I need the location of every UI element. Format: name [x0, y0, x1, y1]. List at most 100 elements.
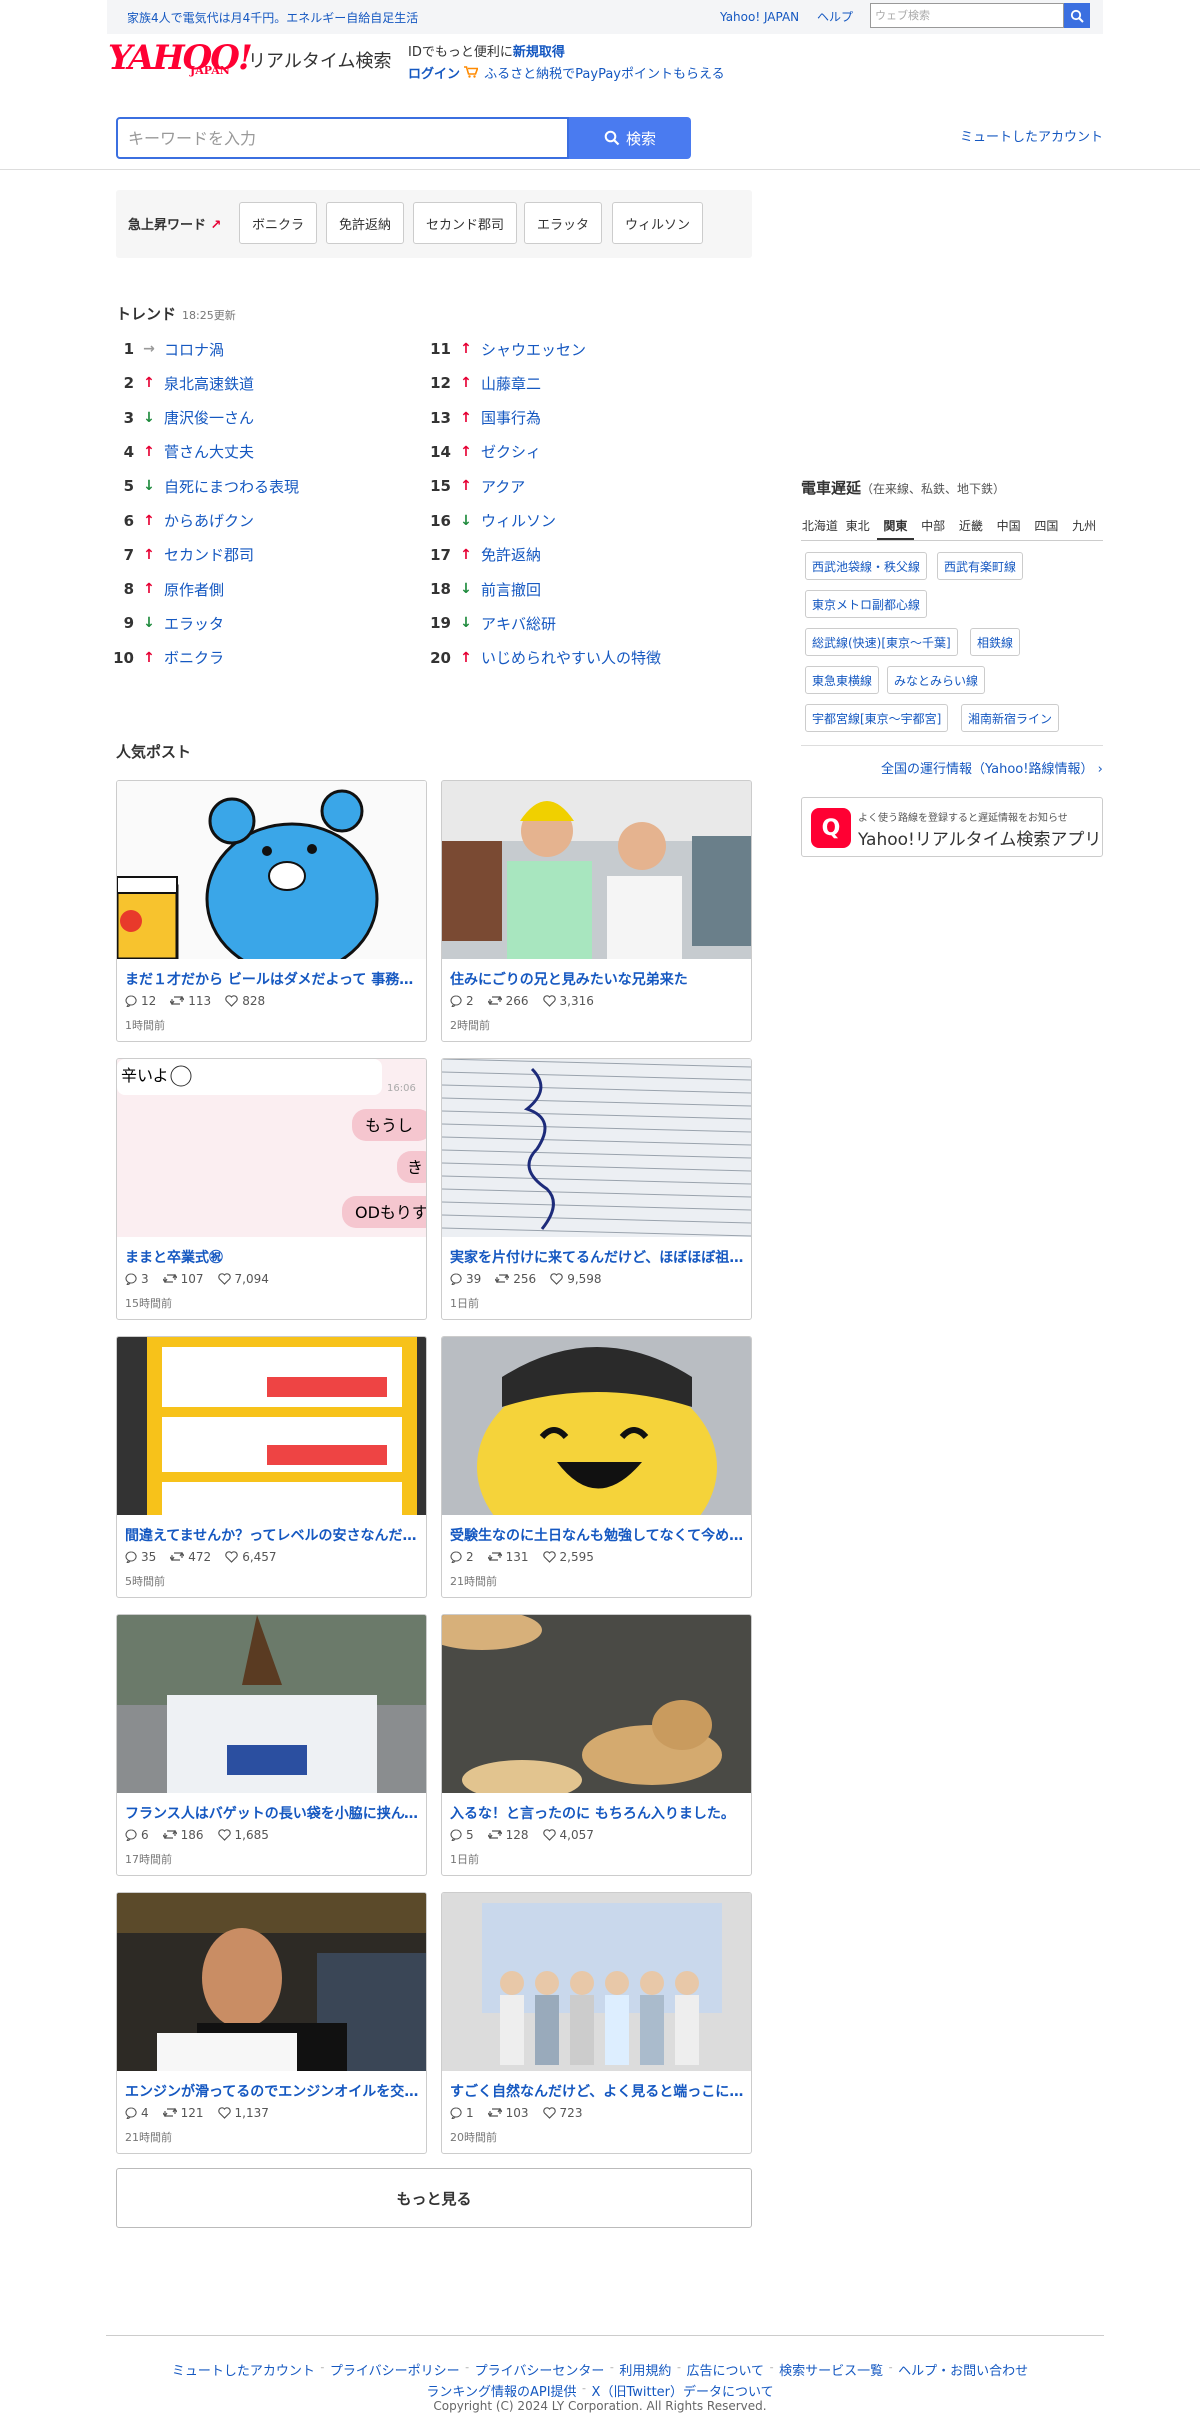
trend-word[interactable]: ウィルソン: [481, 510, 556, 531]
trend-item[interactable]: 1 → コロナ渦: [106, 338, 224, 360]
train-line-chip[interactable]: 湘南新宿ライン: [961, 704, 1060, 732]
post-image[interactable]: [442, 1893, 751, 2071]
post-title[interactable]: まだ１才だから ビールはダメだよって 事務所の人に言われた: [125, 969, 420, 989]
post-card[interactable]: 実家を片付けに来てるんだけど、ほぼほぼ祖父の字が読めない 39 256 9,598 1日…: [441, 1058, 752, 1320]
repost-stat[interactable]: 256: [495, 1272, 536, 1286]
furusato-link[interactable]: ふるさと納税でPayPayポイントもらえる: [484, 67, 724, 82]
footer-link[interactable]: 利用規約: [619, 2364, 671, 2379]
footer-link[interactable]: ヘルプ・お問い合わせ: [898, 2364, 1028, 2379]
rising-chip[interactable]: 免許返納: [326, 202, 405, 244]
trend-item[interactable]: 5 ↓ 自死にまつわる表現: [106, 475, 299, 497]
rising-chip[interactable]: ボニクラ: [239, 202, 318, 244]
reply-stat[interactable]: 1: [450, 2106, 474, 2120]
trend-word[interactable]: アクア: [481, 476, 525, 497]
reply-stat[interactable]: 12: [125, 994, 156, 1008]
post-image[interactable]: [117, 1893, 426, 2071]
train-line-chip[interactable]: 東急東横線: [805, 666, 880, 694]
train-line-chip[interactable]: 宇都宮線[東京〜宇都宮]: [805, 704, 949, 732]
like-stat[interactable]: 2,595: [542, 1550, 594, 1564]
post-title[interactable]: 入るな！と言ったのに もちろん入りました。: [450, 1803, 745, 1823]
footer-link[interactable]: プライバシーポリシー: [330, 2364, 460, 2379]
trend-word[interactable]: 泉北高速鉄道: [164, 373, 254, 394]
like-stat[interactable]: 828: [225, 994, 265, 1008]
footer-link[interactable]: ミュートしたアカウント: [172, 2364, 315, 2379]
search-button[interactable]: 検索: [569, 117, 691, 159]
post-title[interactable]: 実家を片付けに来てるんだけど、ほぼほぼ祖父の字が読めない: [450, 1247, 745, 1267]
trend-word[interactable]: 山藤章二: [481, 373, 541, 394]
post-card[interactable]: まだ１才だから ビールはダメだよって 事務所の人に言われた 12 113 828 1時間…: [116, 780, 427, 1042]
web-search-button[interactable]: [1064, 3, 1090, 28]
footer-link[interactable]: 検索サービス一覧: [779, 2364, 883, 2379]
post-title[interactable]: 間違えてませんか？ってレベルの安さなんだけど: [125, 1525, 420, 1545]
train-line-chip[interactable]: 東京メトロ副都心線: [805, 590, 928, 618]
trend-item[interactable]: 19 ↓ アキバ総研: [423, 612, 556, 634]
help-link[interactable]: ヘルプ: [817, 10, 853, 24]
yahoo-realtime-logo[interactable]: YAHOO! JAPAN リアルタイム検索: [108, 38, 398, 82]
like-stat[interactable]: 7,094: [217, 1272, 269, 1286]
reply-stat[interactable]: 35: [125, 1550, 156, 1564]
footer-link[interactable]: X（旧Twitter）データについて: [592, 2385, 774, 2400]
promo-link[interactable]: 家族4人で電気代は月4千円。エネルギー自給自足生活: [127, 9, 418, 26]
reply-stat[interactable]: 2: [450, 1550, 474, 1564]
repost-stat[interactable]: 472: [170, 1550, 211, 1564]
train-line-chip[interactable]: 西武池袋線・秩父線: [805, 552, 928, 580]
trend-item[interactable]: 10 ↑ ボニクラ: [106, 647, 224, 669]
like-stat[interactable]: 4,057: [542, 1828, 594, 1842]
region-tab[interactable]: 九州: [1065, 513, 1103, 540]
reply-stat[interactable]: 39: [450, 1272, 481, 1286]
rising-chip[interactable]: セカンド郡司: [413, 202, 518, 244]
app-banner[interactable]: Q よく使う路線を登録すると遅延情報をお知らせ Yahoo!リアルタイム検索アプ…: [801, 797, 1103, 857]
reply-stat[interactable]: 6: [125, 1828, 149, 1842]
post-card[interactable]: フランス人はバゲットの長い袋を小脇に挟んで歩いてる 6 186 1,685 17時間前: [116, 1614, 427, 1876]
post-title[interactable]: フランス人はバゲットの長い袋を小脇に挟んで歩いてる: [125, 1803, 420, 1823]
trend-item[interactable]: 4 ↑ 菅さん大丈夫: [106, 441, 254, 463]
register-link[interactable]: 新規取得: [513, 45, 565, 60]
trend-word[interactable]: 前言撤回: [481, 579, 541, 600]
post-image[interactable]: [442, 1337, 751, 1515]
trend-item[interactable]: 20 ↑ いじめられやすい人の特徴: [423, 647, 661, 669]
like-stat[interactable]: 6,457: [225, 1550, 277, 1564]
post-card[interactable]: すごく自然なんだけど、よく見ると端っこにいる 1 103 723 20時間前: [441, 1892, 752, 2154]
repost-stat[interactable]: 266: [487, 994, 529, 1008]
trend-word[interactable]: 唐沢俊一さん: [164, 407, 254, 428]
region-tab[interactable]: 近畿: [952, 513, 990, 540]
reply-stat[interactable]: 5: [450, 1828, 474, 1842]
footer-link[interactable]: プライバシーセンター: [475, 2364, 605, 2379]
rising-chip[interactable]: エラッタ: [524, 202, 603, 244]
trend-item[interactable]: 16 ↓ ウィルソン: [423, 510, 556, 532]
post-image[interactable]: [117, 1615, 426, 1793]
like-stat[interactable]: 9,598: [550, 1272, 602, 1286]
trend-item[interactable]: 13 ↑ 国事行為: [423, 407, 541, 429]
trend-item[interactable]: 18 ↓ 前言撤回: [423, 578, 541, 600]
region-tab[interactable]: 中国: [990, 513, 1028, 540]
footer-link[interactable]: 広告について: [686, 2364, 764, 2379]
region-tab[interactable]: 北海道: [801, 513, 839, 540]
trend-word[interactable]: 自死にまつわる表現: [164, 476, 299, 497]
repost-stat[interactable]: 107: [162, 1272, 204, 1286]
trend-item[interactable]: 6 ↑ からあげクン: [106, 510, 254, 532]
post-title[interactable]: ままと卒業式㊗: [125, 1247, 420, 1267]
train-line-chip[interactable]: 相鉄線: [970, 628, 1021, 656]
trend-word[interactable]: ゼクシィ: [481, 441, 541, 462]
like-stat[interactable]: 3,316: [542, 994, 594, 1008]
train-line-chip[interactable]: みなとみらい線: [887, 666, 986, 694]
trend-item[interactable]: 3 ↓ 唐沢俊一さん: [106, 407, 254, 429]
trend-word[interactable]: 原作者側: [164, 579, 224, 600]
trend-word[interactable]: 菅さん大丈夫: [164, 441, 254, 462]
trend-item[interactable]: 15 ↑ アクア: [423, 475, 525, 497]
post-image[interactable]: 辛いよ 16:06 もうしき ODもりす: [117, 1059, 426, 1237]
all-train-info-link[interactable]: 全国の運行情報（Yahoo!路線情報） ›: [881, 758, 1103, 777]
trend-word[interactable]: 国事行為: [481, 407, 541, 428]
post-image[interactable]: [442, 1059, 751, 1237]
repost-stat[interactable]: 128: [487, 1828, 529, 1842]
trend-word[interactable]: エラッタ: [164, 613, 224, 634]
trend-word[interactable]: アキバ総研: [481, 613, 556, 634]
post-image[interactable]: [442, 1615, 751, 1793]
train-line-chip[interactable]: 総武線(快速)[東京〜千葉]: [805, 628, 958, 656]
keyword-search-input[interactable]: [116, 117, 569, 159]
post-card[interactable]: エンジンが滑ってるのでエンジンオイルを交換しました 4 121 1,137 21時間前: [116, 1892, 427, 2154]
post-card[interactable]: 受験生なのに土日なんも勉強してなくて今めっちゃ焦ってる 2 131 2,595 21時間…: [441, 1336, 752, 1598]
post-card[interactable]: 入るな！と言ったのに もちろん入りました。 5 128 4,057 1日前: [441, 1614, 752, 1876]
post-image[interactable]: [117, 781, 426, 959]
repost-stat[interactable]: 103: [487, 2106, 529, 2120]
